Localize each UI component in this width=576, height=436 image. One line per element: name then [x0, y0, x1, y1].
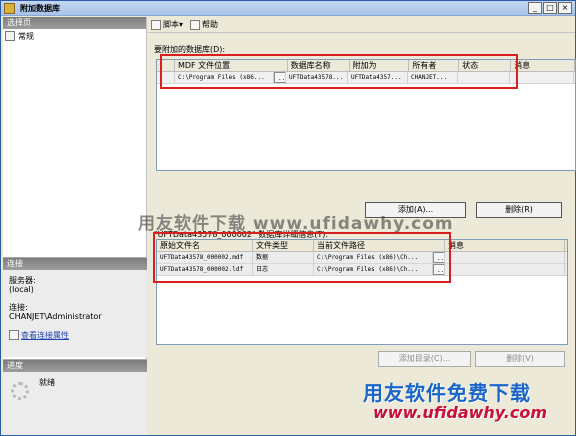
attach-header-message: 消息 [511, 60, 575, 71]
message-cell [510, 72, 574, 83]
toolbar: 脚本 ▾ 帮助 [148, 17, 575, 33]
connection-section: 连接 服务器: (local) 连接: CHANJET\Administrato… [3, 257, 147, 357]
help-button[interactable]: 帮助 [190, 19, 222, 30]
help-label: 帮助 [202, 20, 219, 29]
maximize-button[interactable]: □ [543, 2, 557, 14]
chevron-down-icon: ▾ [179, 20, 184, 29]
properties-icon [9, 330, 19, 340]
file-message-cell [445, 252, 565, 263]
remove-catalog-button[interactable]: 删除(V) [475, 351, 565, 367]
brand-url: www.ufidawhy.com [373, 403, 547, 422]
file-message-cell [445, 264, 565, 275]
view-connection-properties-link[interactable]: 查看连接属性 [21, 331, 69, 340]
close-button[interactable]: × [558, 2, 572, 14]
window-controls: _ □ × [528, 2, 572, 14]
connection-header: 连接 [3, 258, 147, 270]
server-label: 服务器: [9, 276, 36, 285]
attach-grid-highlight [160, 54, 518, 89]
brand-title: 用友软件免费下载 [363, 381, 531, 405]
view-connection-properties-row[interactable]: 查看连接属性 [9, 330, 69, 340]
attach-database-window: 附加数据库 _ □ × 选择页 常规 连接 服务器: (local) 连接: C… [0, 0, 576, 436]
page-label-general: 常规 [18, 31, 34, 41]
progress-spinner-icon [11, 382, 29, 400]
center-watermark: 用友软件下载 www.ufidawhy.com [138, 214, 454, 234]
help-icon [190, 19, 201, 30]
title-bar: 附加数据库 _ □ × [1, 1, 575, 16]
connection-value: CHANJET\Administrator [9, 312, 102, 321]
script-button[interactable]: 脚本 ▾ [151, 19, 187, 30]
add-catalog-button[interactable]: 添加目录(C)... [378, 351, 471, 367]
progress-section: 进度 就绪 [3, 359, 147, 435]
page-item-general[interactable]: 常规 [3, 29, 146, 43]
brand-watermark: 用友软件免费下载 www.ufidawhy.com [363, 377, 575, 433]
progress-status: 就绪 [39, 378, 55, 387]
select-page-header: 选择页 [3, 17, 146, 29]
minimize-button[interactable]: _ [528, 2, 542, 14]
page-icon [5, 31, 15, 41]
details-header-message: 消息 [445, 240, 565, 251]
left-panel: 选择页 常规 连接 服务器: (local) 连接: CHANJET\Admin… [3, 17, 147, 435]
script-icon [151, 19, 161, 30]
progress-header: 进度 [3, 360, 147, 372]
server-value: (local) [9, 285, 34, 294]
database-icon [4, 2, 15, 14]
script-label: 脚本 [163, 20, 179, 29]
connection-label: 连接: [9, 303, 28, 312]
remove-database-button[interactable]: 删除(R) [476, 202, 562, 218]
details-grid-highlight [153, 232, 451, 283]
window-title: 附加数据库 [20, 3, 60, 13]
